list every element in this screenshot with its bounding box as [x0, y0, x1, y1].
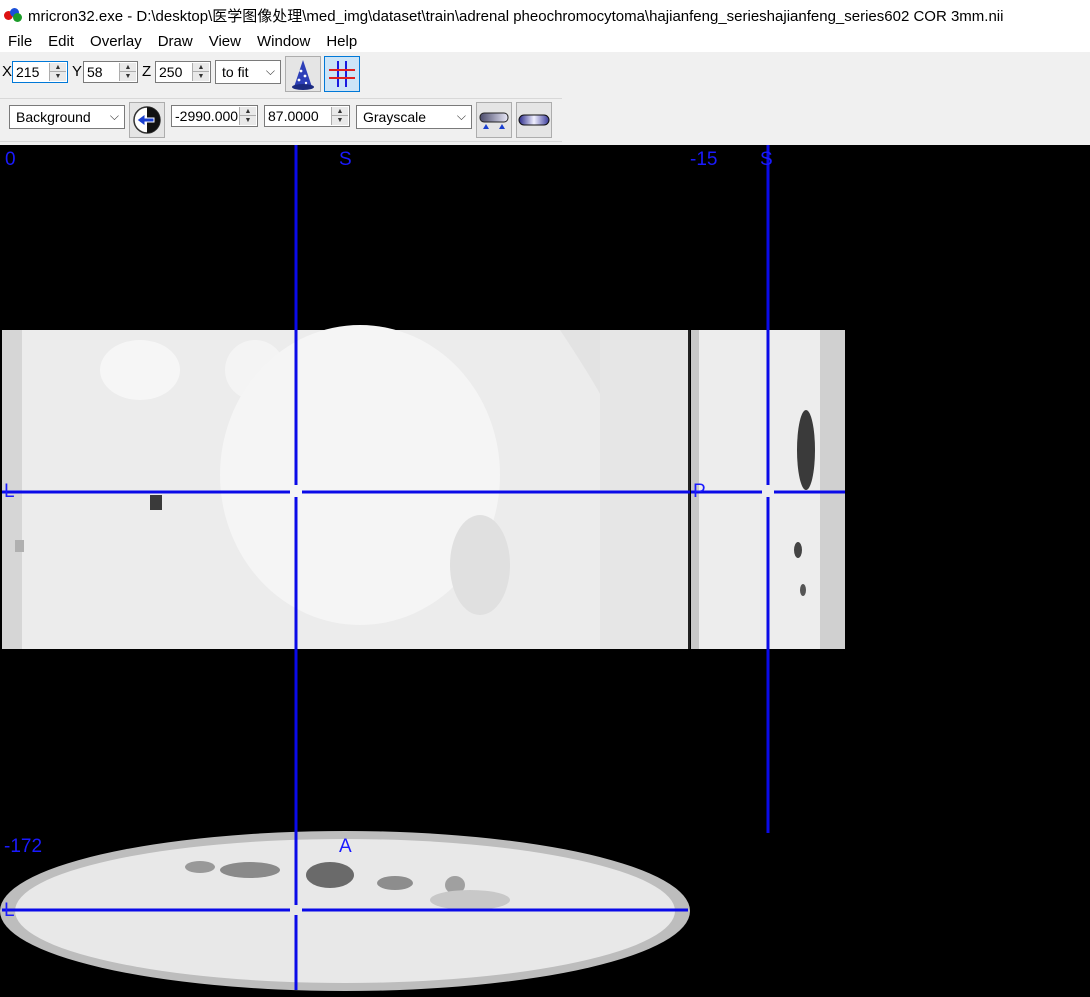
min-value: -2990.000 [175, 108, 239, 124]
max-spin-arrows[interactable]: ▲ ▼ [331, 107, 348, 125]
z-value: 250 [159, 64, 183, 80]
spin-down-icon[interactable]: ▼ [120, 72, 136, 81]
sagittal-slice-label: -15 [690, 149, 718, 170]
colormap-select[interactable]: Grayscale ⌵ [356, 105, 472, 129]
x-value: 215 [16, 64, 40, 80]
layer-value: Background [16, 109, 91, 125]
colormap-value: Grayscale [363, 109, 427, 125]
zoom-value: to fit [222, 64, 249, 80]
sagittal-top-label: S [760, 149, 773, 170]
coronal-top-label: S [339, 149, 352, 170]
colorbar-pill-icon [518, 114, 550, 126]
colorbar-toggle-button[interactable] [516, 102, 552, 138]
spin-up-icon[interactable]: ▲ [332, 107, 348, 116]
coronal-edge [688, 330, 690, 649]
spin-up-icon[interactable]: ▲ [120, 63, 136, 72]
z-spin-arrows[interactable]: ▲ ▼ [192, 63, 209, 81]
spin-up-icon[interactable]: ▲ [193, 63, 209, 72]
axial-slice-label: -172 [4, 836, 43, 857]
spin-down-icon[interactable]: ▼ [193, 72, 209, 81]
y-spin-arrows[interactable]: ▲ ▼ [119, 63, 136, 81]
colorbar-button[interactable] [476, 102, 512, 138]
z-coordinate-spinner[interactable]: 250 ▲ ▼ [155, 61, 211, 83]
sagittal-left-label: P [693, 481, 706, 502]
zoom-select[interactable]: to fit ⌵ [215, 60, 281, 84]
layer-toolbar: Background ⌵ -2990.000 ▲ ▼ 87.0000 ▲ ▼ Gra… [0, 98, 562, 142]
min-spin-arrows[interactable]: ▲ ▼ [239, 107, 256, 125]
wizard-hat-icon [292, 60, 314, 90]
menu-window[interactable]: Window [249, 33, 318, 50]
axial-left-label: L [4, 900, 15, 921]
x-spin-arrows[interactable]: ▲ ▼ [49, 63, 66, 81]
menu-file[interactable]: File [0, 33, 40, 50]
menu-bar: File Edit Overlay Draw View Window Help [0, 30, 1090, 52]
title-bar: mricron32.exe - D:\desktop\医学图像处理\med_im… [0, 0, 1090, 30]
chevron-down-icon: ⌵ [456, 109, 466, 123]
chevron-down-icon: ⌵ [109, 109, 119, 123]
x-coordinate-spinner[interactable]: 215 ▲ ▼ [12, 61, 68, 83]
menu-overlay[interactable]: Overlay [82, 33, 150, 50]
coronal-slice-label: 0 [5, 149, 16, 170]
mricron-brain-icon [4, 8, 22, 22]
spin-down-icon[interactable]: ▼ [50, 72, 66, 81]
spin-up-icon[interactable]: ▲ [50, 63, 66, 72]
y-coordinate-spinner[interactable]: 58 ▲ ▼ [83, 61, 138, 83]
y-label: Y [72, 63, 83, 80]
layer-select[interactable]: Background ⌵ [9, 105, 125, 129]
spin-up-icon[interactable]: ▲ [240, 107, 256, 116]
slice-canvas[interactable] [0, 145, 1090, 997]
render-button[interactable] [285, 56, 321, 92]
image-viewer[interactable]: 0 S L -15 S P -172 A L [0, 145, 1090, 997]
menu-edit[interactable]: Edit [40, 33, 82, 50]
crosshair-grid-icon [329, 61, 355, 87]
max-intensity-spinner[interactable]: 87.0000 ▲ ▼ [264, 105, 350, 127]
menu-help[interactable]: Help [318, 33, 365, 50]
z-label: Z [142, 63, 152, 80]
coronal-slice[interactable] [2, 325, 690, 649]
coronal-left-label: L [4, 481, 15, 502]
spin-down-icon[interactable]: ▼ [332, 116, 348, 125]
colorbar-horizontal-icon [479, 112, 509, 129]
x-label: X [2, 63, 13, 80]
axial-top-label: A [339, 836, 352, 857]
window-title: mricron32.exe - D:\desktop\医学图像处理\med_im… [28, 7, 1004, 25]
y-value: 58 [87, 64, 103, 80]
min-intensity-spinner[interactable]: -2990.000 ▲ ▼ [171, 105, 258, 127]
swap-button[interactable] [129, 102, 165, 138]
max-value: 87.0000 [268, 108, 319, 124]
crosshair-toggle-button[interactable] [324, 56, 360, 92]
spin-down-icon[interactable]: ▼ [240, 116, 256, 125]
menu-draw[interactable]: Draw [150, 33, 201, 50]
swap-arrow-icon [133, 106, 161, 134]
menu-view[interactable]: View [201, 33, 249, 50]
coordinate-toolbar: X 215 ▲ ▼ Y 58 ▲ ▼ Z 250 ▲ ▼ to fit ⌵ [0, 53, 1090, 94]
chevron-down-icon: ⌵ [265, 64, 275, 78]
